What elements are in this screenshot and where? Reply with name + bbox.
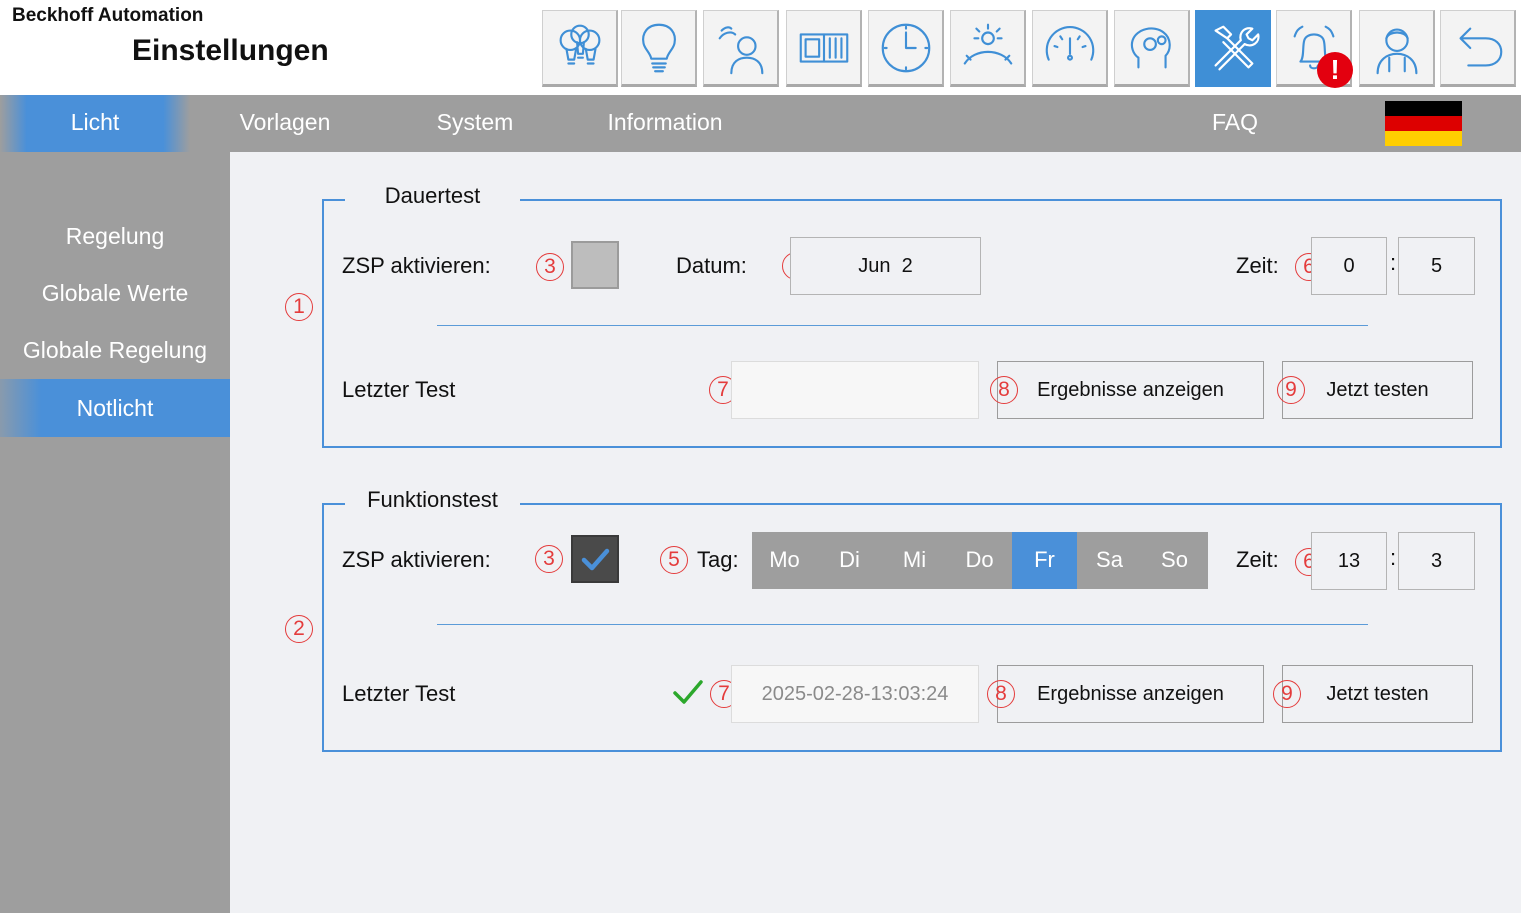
blinds-button[interactable] xyxy=(786,10,862,87)
funktionstest-tag-label: Tag: xyxy=(697,547,739,572)
day-fr[interactable]: Fr xyxy=(1012,532,1077,589)
funktionstest-separator xyxy=(437,624,1368,625)
dauertest-datum-label: Datum: xyxy=(676,253,747,278)
tab-information[interactable]: Information xyxy=(570,95,760,152)
day-do[interactable]: Do xyxy=(947,532,1012,589)
day-di[interactable]: Di xyxy=(817,532,882,589)
day-mi[interactable]: Mi xyxy=(882,532,947,589)
head-gears-icon xyxy=(1130,26,1171,68)
funktionstest-time-colon: : xyxy=(1390,545,1397,570)
presence-icon xyxy=(718,25,763,74)
funktionstest-zsp-label: ZSP aktivieren: xyxy=(342,547,491,572)
dauertest-last-test-field xyxy=(731,361,979,419)
top-navigation: Licht Vorlagen System Information FAQ xyxy=(0,95,1521,152)
bulb-button[interactable] xyxy=(621,10,697,87)
tools-button[interactable] xyxy=(1195,10,1271,87)
marker-1: 1 xyxy=(285,293,313,321)
funktionstest-test-now-button[interactable]: Jetzt testen xyxy=(1282,665,1473,723)
gauge-button[interactable] xyxy=(1032,10,1108,87)
marker-8: 8 xyxy=(990,376,1018,404)
daylight-icon xyxy=(963,23,1012,65)
user-button[interactable] xyxy=(1359,10,1435,87)
presence-button[interactable] xyxy=(703,10,779,87)
de-flag-icon[interactable] xyxy=(1385,101,1462,146)
day-sa[interactable]: Sa xyxy=(1077,532,1142,589)
marker-5: 5 xyxy=(660,546,688,574)
tab-vorlagen[interactable]: Vorlagen xyxy=(190,95,380,152)
dauertest-zsp-checkbox[interactable] xyxy=(571,241,619,289)
sidebar-item-regelung[interactable]: Regelung xyxy=(0,208,230,264)
dauertest-hour-field[interactable]: 0 xyxy=(1311,237,1387,295)
brand-name: Beckhoff Automation xyxy=(12,5,204,26)
dauertest-separator xyxy=(437,325,1368,326)
blinds-icon xyxy=(799,32,848,63)
user-icon xyxy=(1376,28,1417,74)
funktionstest-zsp-checkbox[interactable] xyxy=(571,535,619,583)
tools-icon xyxy=(1213,25,1260,70)
day-mo[interactable]: Mo xyxy=(752,532,817,589)
funktionstest-last-test-field: 2025-02-28-13:03:24 xyxy=(731,665,979,723)
weekday-selector: Mo Di Mi Do Fr Sa So xyxy=(752,532,1208,589)
check-mark-icon xyxy=(581,548,610,571)
dauertest-results-button[interactable]: Ergebnisse anzeigen xyxy=(997,361,1264,419)
sidebar-item-globale-werte[interactable]: Globale Werte xyxy=(0,265,230,321)
dauertest-zsp-label: ZSP aktivieren: xyxy=(342,253,491,278)
dauertest-time-colon: : xyxy=(1390,250,1397,275)
dauertest-title: Dauertest xyxy=(345,183,520,209)
clock-icon xyxy=(881,23,930,72)
marker-3: 3 xyxy=(536,253,564,281)
sidebar-item-notlicht[interactable]: Notlicht xyxy=(0,379,230,437)
lamps-button[interactable] xyxy=(542,10,618,87)
funktionstest-minute-field[interactable]: 3 xyxy=(1398,532,1475,590)
marker-9: 9 xyxy=(1273,680,1301,708)
tab-licht[interactable]: Licht xyxy=(0,95,190,152)
lamps-icon xyxy=(559,24,600,65)
dauertest-zeit-label: Zeit: xyxy=(1236,253,1279,278)
marker-8: 8 xyxy=(987,680,1015,708)
dauertest-test-now-button[interactable]: Jetzt testen xyxy=(1282,361,1473,419)
funktionstest-zeit-label: Zeit: xyxy=(1236,547,1279,572)
marker-9: 9 xyxy=(1277,376,1305,404)
test-ok-check-icon xyxy=(673,680,703,704)
dauertest-minute-field[interactable]: 5 xyxy=(1398,237,1475,295)
tab-faq[interactable]: FAQ xyxy=(1140,95,1330,152)
funktionstest-last-test-label: Letzter Test xyxy=(342,681,456,706)
bulb-icon xyxy=(641,23,676,72)
daylight-button[interactable] xyxy=(950,10,1026,87)
marker-3: 3 xyxy=(535,545,563,573)
alert-badge: ! xyxy=(1317,52,1353,88)
page-title: Einstellungen xyxy=(132,34,329,67)
back-button[interactable] xyxy=(1440,10,1516,87)
dauertest-last-test-label: Letzter Test xyxy=(342,377,456,402)
gauge-icon xyxy=(1045,25,1094,61)
head-gears-button[interactable] xyxy=(1114,10,1190,87)
funktionstest-title: Funktionstest xyxy=(345,487,520,513)
day-so[interactable]: So xyxy=(1142,532,1207,589)
marker-2: 2 xyxy=(285,615,313,643)
clock-button[interactable] xyxy=(868,10,944,87)
dauertest-datum-field[interactable]: Jun 2 xyxy=(790,237,981,295)
sidebar-item-globale-regelung[interactable]: Globale Regelung xyxy=(0,322,230,378)
back-icon xyxy=(1458,27,1502,67)
sidebar: Regelung Globale Werte Globale Regelung … xyxy=(0,152,230,913)
funktionstest-results-button[interactable]: Ergebnisse anzeigen xyxy=(997,665,1264,723)
tab-system[interactable]: System xyxy=(380,95,570,152)
funktionstest-hour-field[interactable]: 13 xyxy=(1311,532,1387,590)
